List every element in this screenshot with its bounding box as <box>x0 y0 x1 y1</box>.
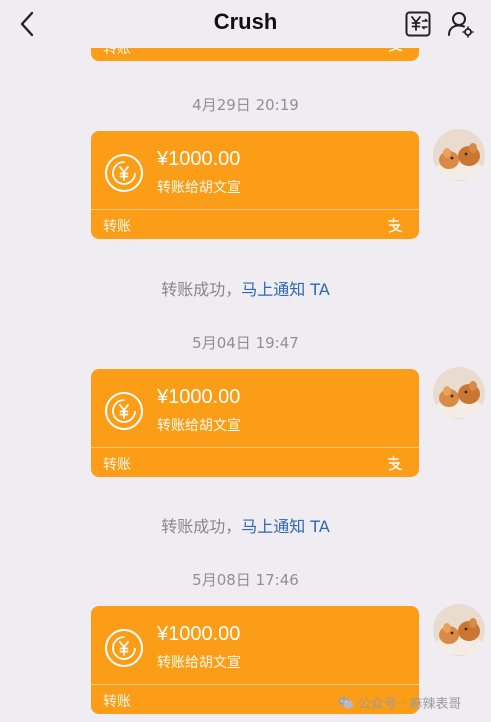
transfer-amount: ¥1000.00 <box>157 386 241 408</box>
card-footer-label: 转账 <box>103 694 131 710</box>
yuan-exchange-icon[interactable] <box>404 10 432 38</box>
transfer-note: 转账给胡文宣 <box>157 655 241 671</box>
system-message: 转账成功，马上通知 TA <box>0 276 491 300</box>
pay-logo-icon <box>388 455 403 471</box>
transfer-card[interactable]: ¥1000.00 转账给胡文宣 转账 <box>91 131 419 239</box>
transfer-coin-icon <box>105 629 143 667</box>
transfer-coin-icon <box>105 154 143 192</box>
wechat-icon <box>338 696 354 708</box>
timestamp: 5月08日 17:46 <box>192 571 299 589</box>
card-footer-label: 转账 <box>103 457 131 473</box>
avatar[interactable] <box>433 604 485 656</box>
chat-header: Crush <box>0 0 491 48</box>
status-text: 转账成功， <box>161 517 242 536</box>
system-message: 转账成功，马上通知 TA <box>0 513 491 537</box>
avatar[interactable] <box>433 367 485 419</box>
card-divider <box>91 209 419 210</box>
transfer-note: 转账给胡文宣 <box>157 418 241 434</box>
transfer-amount: ¥1000.00 <box>157 623 241 645</box>
card-divider <box>91 684 419 685</box>
transfer-card[interactable]: ¥1000.00 转账给胡文宣 转账 <box>91 369 419 477</box>
card-divider <box>91 447 419 448</box>
transfer-note: 转账给胡文宣 <box>157 180 241 196</box>
transfer-amount: ¥1000.00 <box>157 148 241 170</box>
notify-link[interactable]: 马上通知 TA <box>241 280 330 299</box>
transfer-coin-icon <box>105 392 143 430</box>
card-footer-label: 转账 <box>103 219 131 235</box>
pay-logo-icon <box>388 217 403 233</box>
chat-screen: Crush 转账 4月29日 20:19 ¥1000.00 转账给胡文宣 转账 … <box>0 0 491 722</box>
watermark-text: 公众号 · 麻辣表哥 <box>358 697 462 712</box>
avatar[interactable] <box>433 129 485 181</box>
notify-link[interactable]: 马上通知 TA <box>241 517 330 536</box>
person-settings-icon[interactable] <box>446 10 474 38</box>
timestamp: 5月04日 19:47 <box>192 334 299 352</box>
watermark: 公众号 · 麻辣表哥 <box>338 693 461 712</box>
status-text: 转账成功， <box>161 280 242 299</box>
timestamp: 4月29日 20:19 <box>192 96 299 114</box>
